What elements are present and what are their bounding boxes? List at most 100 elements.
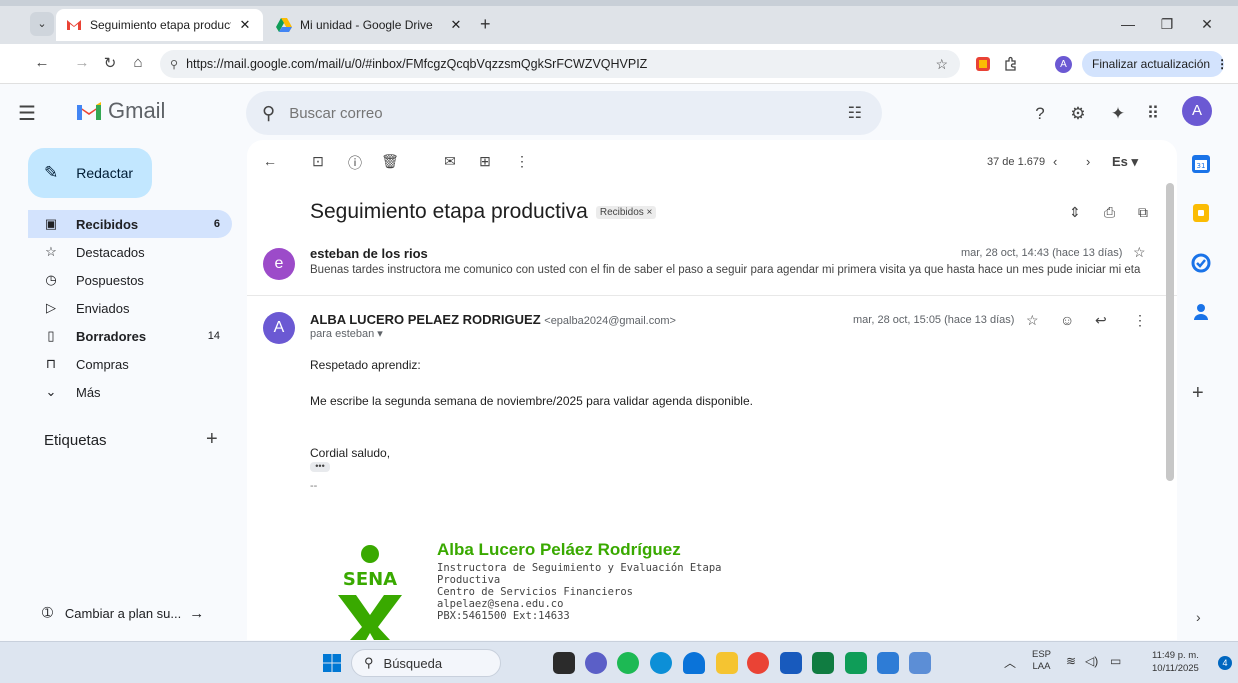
search-bar[interactable]: ⚲ ☷ [246,91,882,135]
notification-badge[interactable]: 4 [1218,656,1232,670]
show-trimmed-content-button[interactable]: ••• [310,462,330,472]
search-input[interactable] [289,104,790,122]
show-side-panel-icon[interactable]: › [1196,609,1201,625]
chrome-icon[interactable] [747,652,769,674]
thread-scrollbar[interactable] [1166,183,1174,481]
compose-button[interactable]: ✎ Redactar [28,148,152,198]
sidebar-item-snoozed[interactable]: ◷ Pospuestos [28,266,232,294]
signature-email: alpelaez@sena.edu.co [437,598,564,610]
new-tab-button[interactable]: + [480,14,491,35]
apps-grid-icon[interactable]: ⠿ [1142,104,1164,124]
excel-icon[interactable] [812,652,834,674]
extension-icon[interactable] [975,56,991,72]
battery-icon[interactable]: ▭ [1110,654,1121,668]
taskbar-search[interactable]: ⚲ Búsqueda [351,649,501,677]
open-new-window-icon[interactable]: ⧉ [1138,204,1148,221]
show-hidden-icons-chevron-icon[interactable]: ︿ [1004,654,1016,671]
recipient-dropdown[interactable]: para esteban ▾ [310,327,383,340]
reply-icon[interactable]: ↩ [1095,312,1107,329]
tab-search-dropdown[interactable]: ⌄ [30,12,54,36]
inbox-label-chip[interactable]: Recibidos × [595,205,657,219]
bookmark-star-icon[interactable]: ☆ [935,56,948,73]
keep-notes-icon[interactable] [1191,203,1211,223]
gmail-m-icon [77,102,101,120]
input-language-button[interactable]: Es ▾ [1112,154,1138,170]
minimize-icon[interactable]: — [1116,16,1140,32]
more-options-icon[interactable]: ⋮ [512,153,532,170]
gmail-logo[interactable]: Gmail [76,98,165,124]
search-icon[interactable]: ⚲ [262,103,275,124]
older-chevron-icon[interactable]: › [1086,154,1090,169]
wifi-icon[interactable]: ≋ [1066,654,1076,668]
forward-icon[interactable]: → [72,54,92,71]
gmail-wordmark: Gmail [108,98,166,123]
more-vert-icon[interactable]: ⋮ [1216,57,1228,71]
back-to-inbox-icon[interactable]: ← [260,153,280,169]
print-icon[interactable]: ⎙ [1104,204,1115,221]
task-view-icon[interactable] [553,652,575,674]
shopping-bag-icon: ⊓ [45,356,57,371]
paint-app-icon[interactable] [909,652,931,674]
move-to-icon[interactable]: ⊞ [475,153,495,170]
delete-icon[interactable]: 🗑 [380,153,400,170]
finish-update-button[interactable]: Finalizar actualización ⋮ [1082,51,1228,77]
report-spam-icon[interactable]: ⓘ [345,153,365,173]
sidebar-item-inbox[interactable]: ▣ Recibidos 6 [28,210,232,238]
file-explorer-icon[interactable] [716,652,738,674]
upgrade-plan-button[interactable]: ➀ Cambiar a plan su... → [28,599,232,627]
main-menu-icon[interactable]: ☰ [18,101,36,126]
newer-chevron-icon[interactable]: ‹ [1053,154,1057,169]
tab-gmail[interactable]: Seguimiento etapa productiva - ✕ [56,9,263,41]
expand-all-icon[interactable]: ⇕ [1069,204,1081,221]
gemini-sparkle-icon[interactable]: ✦ [1107,104,1129,124]
settings-gear-icon[interactable]: ⚙ [1067,104,1089,124]
site-info-icon[interactable]: ⚲ [170,58,178,71]
tab-close-icon[interactable]: ✕ [448,17,464,33]
star-icon[interactable]: ☆ [1026,312,1039,329]
input-language-indicator[interactable]: ESP LAA [1032,649,1051,673]
reload-icon[interactable]: ↻ [100,54,120,72]
tab-google-drive[interactable]: Mi unidad - Google Drive ✕ [266,9,474,41]
windows-start-icon[interactable] [323,654,341,672]
edge-browser-icon[interactable] [650,652,672,674]
sidebar-item-label: Compras [76,356,129,372]
window-close-icon[interactable]: ✕ [1195,16,1219,33]
pinned-app-icon[interactable] [877,652,899,674]
spotify-icon[interactable] [617,652,639,674]
sidebar-item-sent[interactable]: ▷ Enviados [28,294,232,322]
search-options-icon[interactable]: ☷ [848,103,862,123]
sidebar-item-purchases[interactable]: ⊓ Compras [28,350,232,378]
browser-tab-strip: ⌄ Seguimiento etapa productiva - ✕ Mi un… [0,0,1238,44]
mark-unread-icon[interactable]: ✉ [440,153,460,170]
address-bar[interactable]: ⚲ https://mail.google.com/mail/u/0/#inbo… [160,50,960,78]
system-clock[interactable]: 11:49 p. m. 10/11/2025 [1152,649,1199,675]
tasks-icon[interactable] [1191,253,1211,273]
more-options-icon[interactable]: ⋮ [1133,312,1147,329]
sender-name: esteban de los rios [310,246,428,261]
extensions-puzzle-icon[interactable] [1003,56,1019,72]
help-icon[interactable]: ? [1029,104,1051,124]
star-icon[interactable]: ☆ [1133,244,1146,261]
sidebar-item-more[interactable]: ⌄ Más [28,378,232,406]
onedrive-icon[interactable] [683,652,705,674]
signature-line: Productiva [437,574,501,586]
teams-chat-icon[interactable] [585,652,607,674]
calendar-icon[interactable]: 31 [1191,154,1211,174]
add-label-icon[interactable]: + [206,428,218,451]
home-icon[interactable]: ⌂ [128,54,148,71]
back-icon[interactable]: ← [32,54,52,71]
sidebar-item-drafts[interactable]: ▯ Borradores 14 [28,322,232,350]
word-icon[interactable] [780,652,802,674]
account-avatar[interactable]: A [1182,96,1212,126]
volume-icon[interactable]: ◁) [1085,654,1098,668]
sidebar-item-starred[interactable]: ☆ Destacados [28,238,232,266]
get-addons-icon[interactable]: + [1192,382,1204,405]
contacts-icon[interactable] [1191,302,1211,322]
browser-profile-avatar[interactable]: A [1055,56,1072,73]
restore-icon[interactable]: ❐ [1155,16,1179,33]
archive-icon[interactable]: ⊡ [308,153,328,170]
pinned-app-icon[interactable] [845,652,867,674]
message-collapsed[interactable]: e esteban de los rios mar, 28 oct, 14:43… [247,238,1177,296]
tab-close-icon[interactable]: ✕ [237,17,253,33]
emoji-reaction-icon[interactable]: ☺ [1060,312,1074,328]
